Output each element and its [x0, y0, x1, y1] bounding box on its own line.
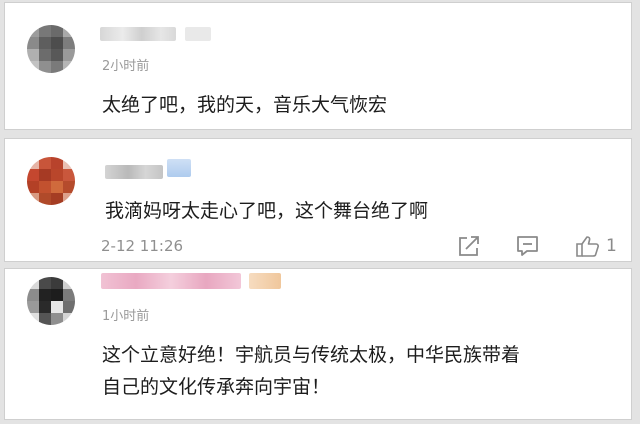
- comment-time: 1小时前: [102, 309, 150, 324]
- avatar[interactable]: [27, 25, 75, 73]
- thumbs-up-icon: [576, 236, 599, 257]
- comment-time: 2小时前: [102, 59, 150, 74]
- comment-text: 太绝了吧，我的天，音乐大气恢宏: [102, 94, 388, 116]
- share-icon: [459, 236, 479, 256]
- username-blurred[interactable]: [101, 273, 241, 289]
- avatar[interactable]: [27, 277, 75, 325]
- comment-text: 我滴妈呀太走心了吧，这个舞台绝了啊: [105, 200, 429, 222]
- comment-text-line-1: 这个立意好绝！宇航员与传统太极，中华民族带着: [102, 344, 521, 366]
- username-blurred[interactable]: [105, 165, 163, 179]
- like-count: 1: [606, 236, 617, 256]
- user-badge-blurred: [249, 273, 281, 289]
- comment-card: 1小时前 这个立意好绝！宇航员与传统太极，中华民族带着 自己的文化传承奔向宇宙！: [4, 268, 632, 420]
- avatar[interactable]: [27, 157, 75, 205]
- username-blurred[interactable]: [100, 27, 176, 41]
- comment-card: 我滴妈呀太走心了吧，这个舞台绝了啊 2-12 11:26 1: [4, 138, 632, 262]
- user-badge-blurred: [185, 27, 211, 41]
- share-button[interactable]: [457, 234, 483, 258]
- reply-button[interactable]: [515, 234, 541, 258]
- comment-text-line-2: 自己的文化传承奔向宇宙！: [102, 376, 331, 398]
- user-badge-blurred: [167, 159, 191, 177]
- comment-time: 2-12 11:26: [101, 237, 184, 255]
- comment-icon: [517, 236, 538, 256]
- comment-card: 2小时前 太绝了吧，我的天，音乐大气恢宏: [4, 2, 632, 130]
- like-button[interactable]: [575, 234, 601, 258]
